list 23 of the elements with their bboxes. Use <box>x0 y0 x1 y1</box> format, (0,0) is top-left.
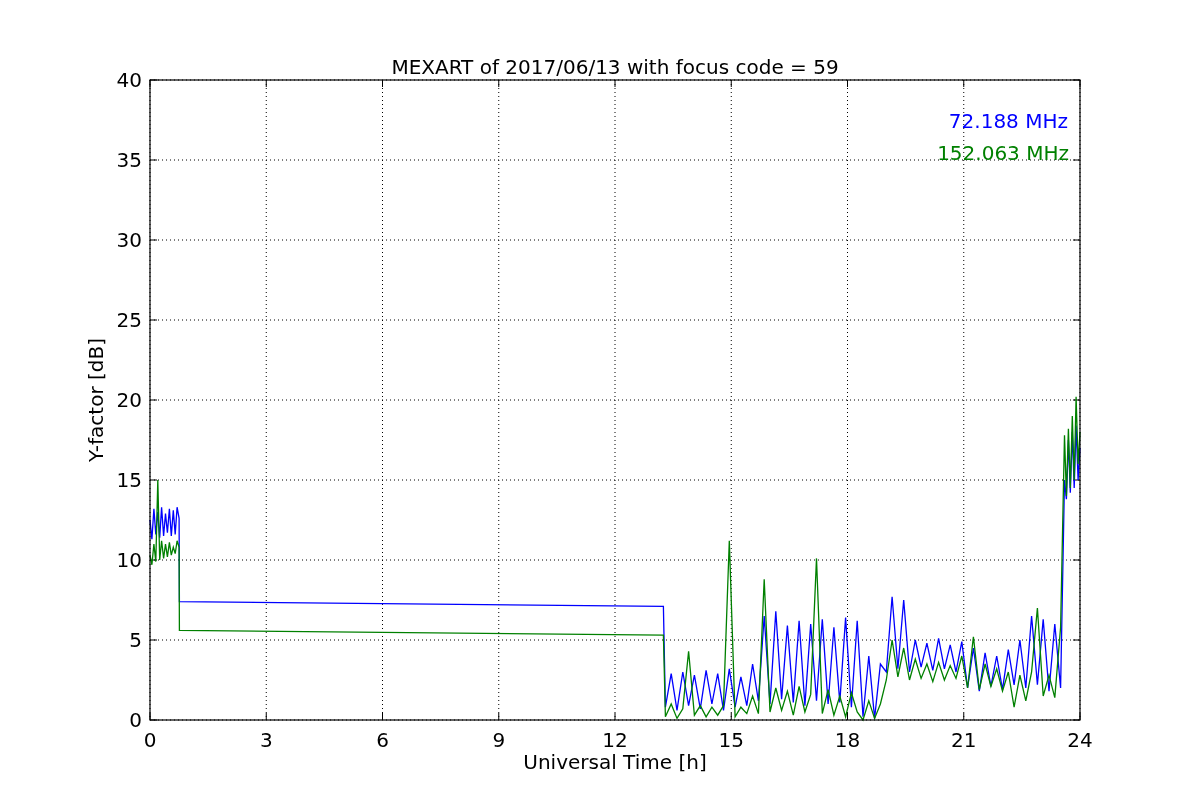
tick-label: 6 <box>376 728 389 752</box>
tick-label: 15 <box>718 728 744 752</box>
tick-label: 0 <box>143 728 157 752</box>
chart-title: MEXART of 2017/06/13 with focus code = 59 <box>391 55 839 79</box>
tick-label: 0 <box>129 708 142 732</box>
tick-label: 25 <box>116 308 142 332</box>
tick-label: 35 <box>116 148 142 172</box>
legend-label: 152.063 MHz <box>937 141 1069 165</box>
tick-label: 30 <box>116 228 142 252</box>
tick-label: 9 <box>492 728 506 752</box>
tick-label: 5 <box>129 628 142 652</box>
tick-label: 10 <box>116 548 142 572</box>
tick-label: 24 <box>1067 728 1093 752</box>
tick-label: 40 <box>116 68 142 92</box>
tick-label: 15 <box>116 468 142 492</box>
legend-label: 72.188 MHz <box>948 109 1068 133</box>
tick-label: 18 <box>834 728 861 752</box>
y-axis-label: Y-factor [dB] <box>84 338 108 462</box>
tick-label: 3 <box>259 728 273 752</box>
tick-label: 12 <box>602 728 628 752</box>
tick-label: 21 <box>951 728 977 752</box>
tick-label: 20 <box>116 388 142 412</box>
x-axis-label: Universal Time [h] <box>523 750 707 774</box>
